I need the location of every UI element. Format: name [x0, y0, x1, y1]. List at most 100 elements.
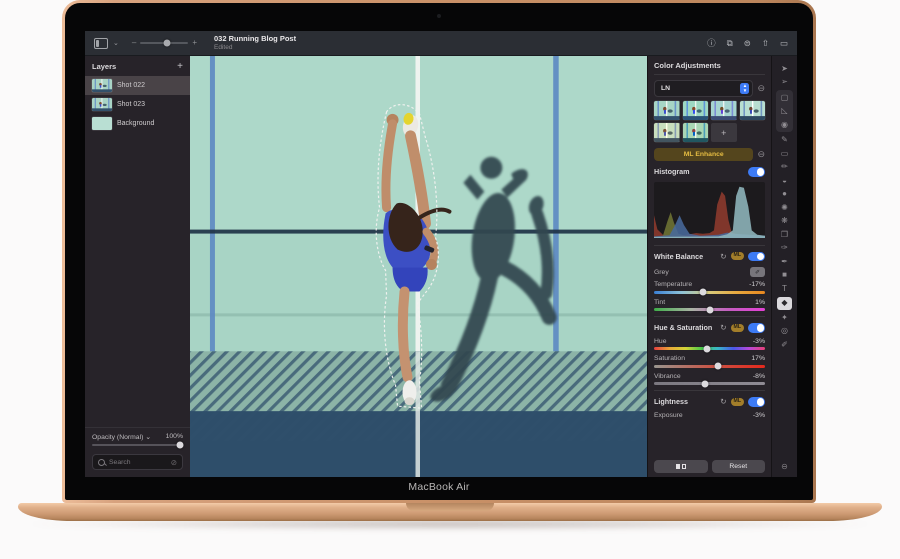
opacity-slider[interactable]	[92, 441, 184, 449]
section-title: Hue & Saturation	[654, 323, 713, 333]
tool-strip: ➤ ➢ ▢ ◺ ◉ ✎ ▭ ✏ ◒ ● ✺ ❋ ❐ ✑ ✒ ■ T ◆ ✦ ◎ ✐ ⊖	[771, 56, 797, 477]
clone-tool-icon[interactable]: ❐	[777, 229, 792, 240]
app-toolbar: ⌄ – + 032 Running Blog Post Edited ⓘ ⧉ ⊜ ⇧ ▭	[85, 31, 797, 56]
zoom-out-button[interactable]: –	[132, 39, 136, 47]
lid-notch	[406, 503, 494, 511]
gradient-tool-icon[interactable]: ◒	[777, 175, 792, 186]
section-header: White Balance ↻ ML	[654, 248, 765, 265]
layer-thumbnail	[92, 117, 112, 130]
retouch-tool-icon[interactable]: ❋	[777, 216, 792, 227]
section-toggle[interactable]	[748, 251, 765, 261]
remove-tool-icon[interactable]: ⊖	[777, 461, 792, 472]
zoom-slider[interactable]	[140, 39, 189, 47]
color-picker-tool-icon[interactable]: ✐	[777, 339, 792, 350]
pencil-tool-icon[interactable]: ✏	[777, 162, 792, 173]
section-toggle[interactable]	[748, 323, 765, 333]
adjustment-control: Temperature -17%	[654, 281, 765, 296]
preset-select[interactable]: LN ▲ ▼	[654, 80, 754, 97]
share-icon[interactable]: ⇧	[762, 39, 769, 48]
section-title: Lightness	[654, 397, 688, 407]
add-preset-button[interactable]: +	[711, 123, 737, 142]
canvas-icon[interactable]: ▭	[780, 39, 788, 48]
opacity-block: Opacity (Normal) ⌄ 100%	[85, 426, 190, 450]
crop-icon[interactable]: ⧉	[727, 39, 733, 48]
preset-thumbnail[interactable]	[682, 101, 708, 120]
ml-badge[interactable]: ML	[730, 252, 744, 261]
layer-label: Shot 023	[117, 101, 146, 108]
view-options-icon[interactable]	[94, 37, 108, 49]
grey-eyedropper-row: Grey ✐	[654, 267, 765, 277]
effects-tool-icon[interactable]: ✦	[777, 312, 792, 323]
macbook-air-label: MacBook Air	[408, 481, 470, 493]
control-value: -3%	[752, 337, 765, 345]
section-reset-icon[interactable]: ↻	[720, 324, 726, 332]
pen-tool-icon[interactable]: ✒	[777, 256, 792, 267]
preset-thumbnail[interactable]	[739, 101, 765, 120]
histogram-label: Histogram	[654, 167, 690, 177]
compare-icon	[675, 464, 680, 469]
quick-select-tool-icon[interactable]: ◉	[777, 119, 792, 130]
control-value: -8%	[752, 372, 765, 380]
zoom-tool-icon[interactable]: ◎	[777, 326, 792, 337]
ml-badge[interactable]: ML	[730, 323, 744, 332]
adjustment-control: Saturation 17%	[654, 355, 765, 370]
marquee-select-tool-icon[interactable]: ▢	[777, 92, 792, 103]
tint-slider[interactable]	[654, 306, 765, 313]
preset-thumbnail[interactable]	[682, 123, 708, 142]
eyedropper-button[interactable]: ✐	[750, 267, 765, 277]
paint-tool-icon[interactable]: ✎	[777, 135, 792, 146]
search-filter-icon[interactable]: ⊘	[171, 458, 177, 467]
section-reset-icon[interactable]: ↻	[720, 398, 726, 406]
section-header: Hue & Saturation ↻ ML	[654, 319, 765, 336]
control-value: -3%	[752, 411, 765, 419]
smudge-tool-icon[interactable]: ✑	[777, 243, 792, 254]
section-reset-icon[interactable]: ↻	[720, 252, 726, 261]
control-label: Vibrance	[654, 372, 681, 380]
lasso-select-tool-icon[interactable]: ◺	[777, 106, 792, 117]
document-title: 032 Running Blog Post	[214, 33, 297, 43]
info-icon[interactable]: ⓘ	[707, 39, 716, 48]
pointer-tool-icon[interactable]: ➢	[777, 77, 792, 88]
ml-badge[interactable]: ML	[730, 397, 744, 406]
opacity-label[interactable]: Opacity (Normal) ⌄	[92, 433, 151, 441]
control-value: -17%	[749, 281, 765, 288]
temperature-slider[interactable]	[654, 288, 765, 296]
vibrance-slider[interactable]	[654, 380, 765, 387]
control-label: Saturation	[654, 355, 685, 362]
layers-panel-title: Layers	[92, 62, 117, 71]
fill-tool-icon[interactable]: ●	[777, 189, 792, 200]
erase-tool-icon[interactable]: ▭	[777, 148, 792, 159]
section-toggle[interactable]	[748, 397, 765, 407]
arrange-tool-icon[interactable]: ➤	[777, 63, 792, 74]
chevron-down-icon[interactable]: ⌄	[113, 40, 119, 47]
type-tool-icon[interactable]: T	[777, 283, 792, 294]
layers-search-field[interactable]: Search ⊘	[92, 454, 183, 470]
saturation-slider[interactable]	[654, 362, 765, 370]
histogram-toggle[interactable]	[748, 167, 765, 177]
color-adjustments-tool-icon[interactable]: ◆	[777, 296, 792, 310]
app-main: Layers + Shot 022 Shot 023 Background Opac…	[85, 56, 797, 477]
add-layer-button[interactable]: +	[177, 61, 183, 72]
compare-button[interactable]	[654, 460, 708, 473]
remove-ml-enhance-icon[interactable]: ⊖	[757, 150, 765, 159]
control-value: 17%	[751, 355, 765, 362]
more-options-icon[interactable]: ⊜	[744, 39, 751, 48]
layer-row[interactable]: Background	[85, 114, 190, 133]
control-label: Hue	[654, 337, 667, 345]
remove-preset-icon[interactable]: ⊖	[757, 84, 765, 93]
ml-enhance-button[interactable]: ML Enhance	[654, 148, 754, 161]
adjustment-control: Hue -3%	[654, 337, 765, 352]
zoom-in-button[interactable]: +	[192, 39, 197, 47]
preset-thumbnail[interactable]	[654, 101, 680, 120]
sharpen-tool-icon[interactable]: ✺	[777, 202, 792, 213]
preset-thumbnail[interactable]	[711, 101, 737, 120]
layer-row[interactable]: Shot 023	[85, 95, 190, 114]
hue-slider[interactable]	[654, 345, 765, 352]
preset-thumbnail[interactable]	[654, 123, 680, 142]
shape-tool-icon[interactable]: ■	[777, 270, 792, 281]
reset-button[interactable]: Reset	[711, 460, 765, 473]
laptop-base	[18, 503, 882, 521]
layer-row[interactable]: Shot 022	[85, 76, 190, 95]
canvas-photo[interactable]	[190, 56, 647, 477]
opacity-value: 100%	[165, 433, 183, 440]
